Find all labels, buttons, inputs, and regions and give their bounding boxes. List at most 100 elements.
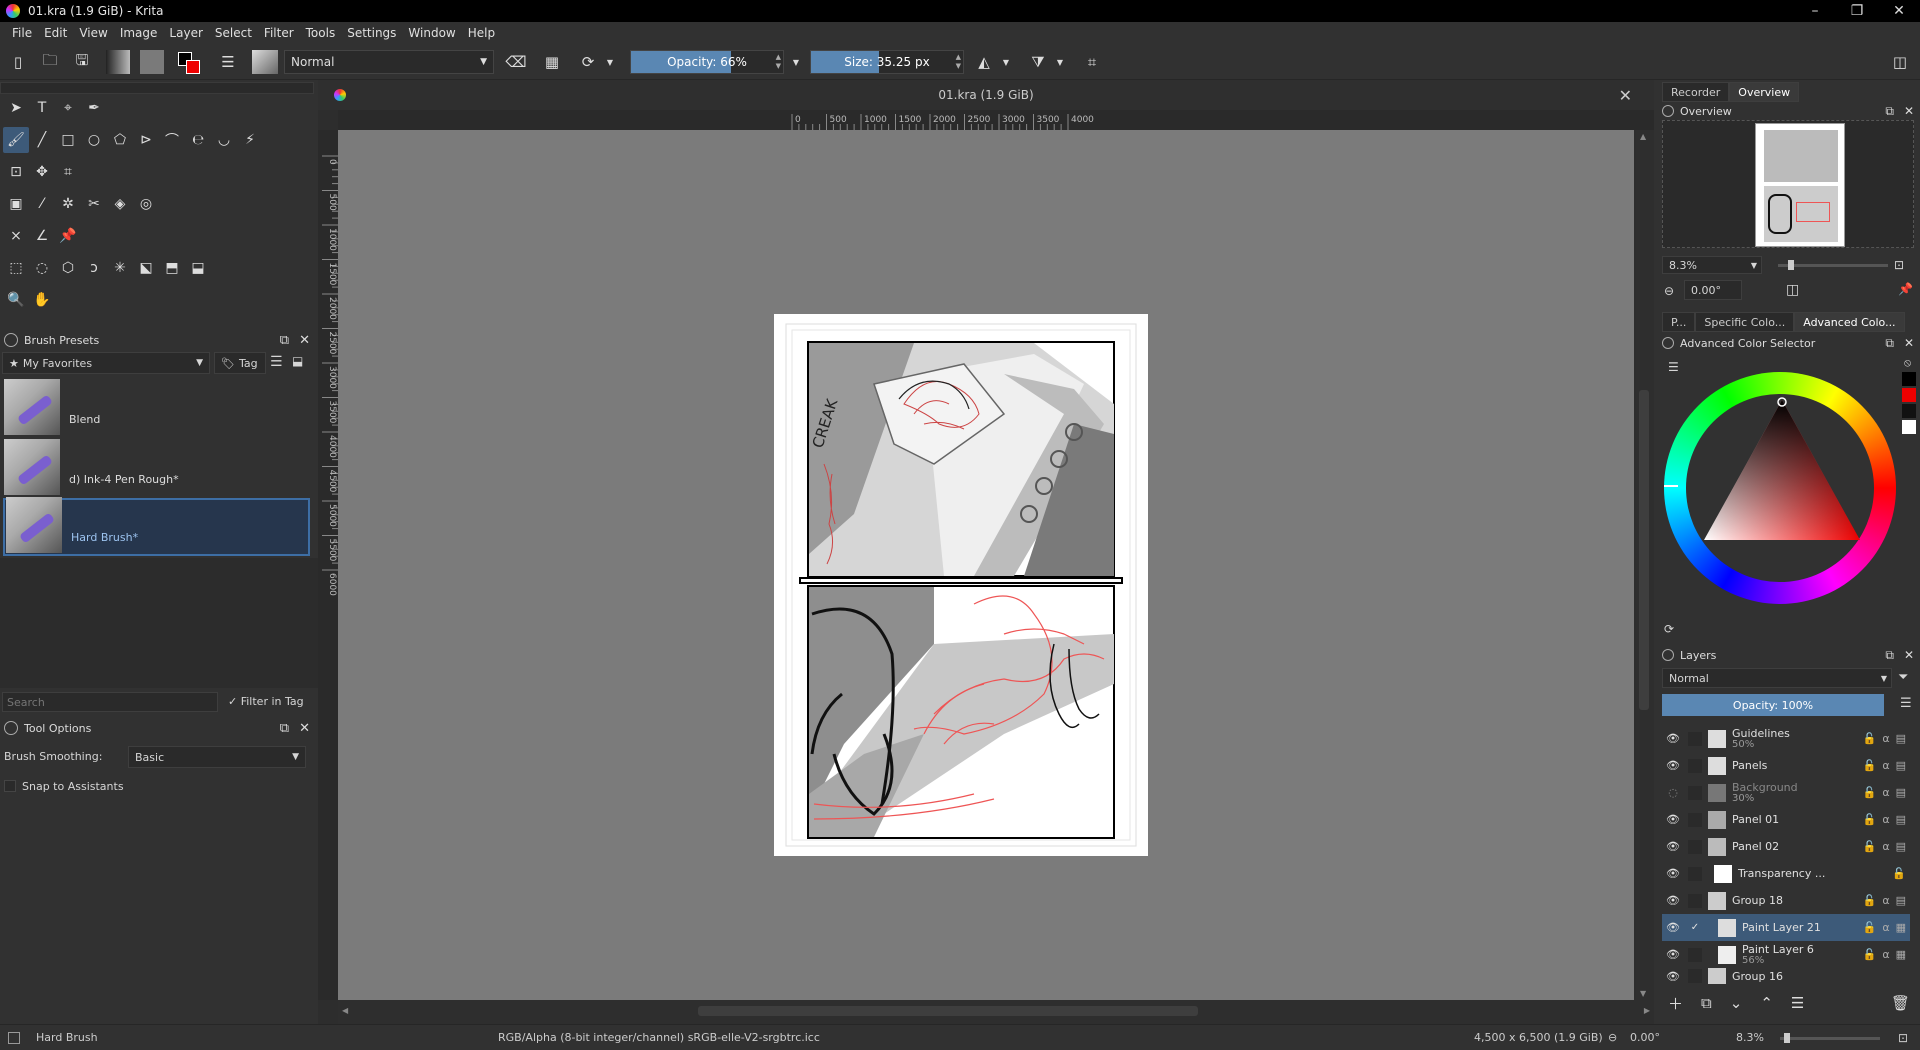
workspace-chooser-icon[interactable]: ◫ (1888, 50, 1912, 74)
visibility-eye-icon[interactable]: 👁 (1662, 970, 1684, 983)
freehand-select-icon[interactable]: ↄ (81, 255, 107, 281)
menu-settings[interactable]: Settings (341, 26, 402, 40)
delete-layer-icon[interactable]: 🗑 (1891, 994, 1920, 1012)
refresh-color-icon[interactable]: ⟳ (1664, 622, 1674, 636)
wrap-around-icon[interactable]: ⌗ (1080, 50, 1104, 74)
vertical-scroll-thumb[interactable] (1639, 390, 1649, 710)
lock-icon[interactable]: 🔓 (1863, 840, 1877, 853)
brush-settings-icon[interactable]: ☰ (216, 50, 240, 74)
preset-search-input[interactable] (2, 692, 218, 712)
close-window-button[interactable]: ✕ (1878, 3, 1920, 19)
layer-checkbox[interactable] (1688, 866, 1702, 881)
opacity-slider[interactable]: Opacity: 66% ▲ ▼ (630, 50, 784, 74)
layer-checkbox[interactable] (1688, 947, 1702, 962)
lock-icon[interactable]: 🔓 (1863, 786, 1877, 799)
menu-select[interactable]: Select (209, 26, 258, 40)
lock-icon[interactable]: 🔓 (1863, 921, 1877, 934)
inherit-alpha-icon[interactable]: ▤ (1896, 840, 1906, 853)
inherit-alpha-icon[interactable]: ▦ (1896, 921, 1906, 934)
preset-item-ink-pen[interactable]: d) Ink-4 Pen Rough* (3, 438, 310, 496)
menu-image[interactable]: Image (114, 26, 164, 40)
colorize-mask-icon[interactable]: ✲ (55, 191, 81, 217)
line-tool-icon[interactable]: ╱ (29, 127, 55, 153)
gradient-swatch[interactable] (106, 50, 130, 74)
measure-tool-icon[interactable]: ∠ (29, 223, 55, 249)
layer-checkbox[interactable] (1688, 731, 1702, 746)
ellipse-select-icon[interactable]: ◌ (29, 255, 55, 281)
multibrush-icon[interactable]: ⚡ (237, 127, 263, 153)
float-docker-icon[interactable]: ⧉ (280, 721, 289, 736)
canvas-horizontal-scrollbar[interactable]: ◀ ▶ (338, 1000, 1654, 1024)
overview-zoom-select[interactable]: 8.3% ▼ (1662, 256, 1762, 274)
visibility-eye-icon[interactable]: 👁 (1662, 759, 1684, 772)
eraser-icon[interactable]: ⌫ (504, 50, 528, 74)
visibility-eye-icon[interactable]: 👁 (1662, 948, 1684, 961)
docker-lock-icon[interactable] (1662, 649, 1674, 661)
gradient-tool-icon[interactable]: ▣ (3, 191, 29, 217)
color-history-swatch[interactable] (1902, 420, 1916, 434)
layer-checkbox[interactable] (1688, 812, 1702, 827)
layer-row[interactable]: 👁 Panel 01 🔓 α ▤ (1662, 806, 1910, 833)
menu-tools[interactable]: Tools (300, 26, 342, 40)
tab-overview[interactable]: Overview (1729, 82, 1800, 102)
layer-row-selected[interactable]: 👁 ✓ Paint Layer 21 🔓 α ▦ (1662, 914, 1910, 941)
inherit-alpha-icon[interactable]: ▤ (1896, 813, 1906, 826)
inherit-alpha-icon[interactable]: ▤ (1896, 759, 1906, 772)
preset-item-hard-brush[interactable]: Hard Brush* (3, 497, 310, 556)
edit-shapes-icon[interactable]: ⌖ (55, 95, 81, 121)
color-history-swatch[interactable] (1902, 404, 1916, 418)
fg-bg-color-swatch[interactable] (176, 50, 202, 74)
zoom-tool-icon[interactable]: 🔍 (3, 287, 29, 313)
reload-preset-icon[interactable]: ⟳ (576, 50, 600, 74)
layer-checkbox[interactable]: ✓ (1688, 921, 1702, 935)
filter-in-tag-checkbox[interactable]: ✓ Filter in Tag (228, 695, 304, 708)
tag-button[interactable]: 🏷 Tag (214, 352, 266, 374)
assistant-tool-icon[interactable]: ⨯ (3, 223, 29, 249)
color-triangle[interactable] (1664, 372, 1896, 604)
alpha-icon[interactable]: α (1882, 732, 1889, 745)
contiguous-select-icon[interactable]: ✳ (107, 255, 133, 281)
text-tool-icon[interactable]: T (29, 95, 55, 121)
enclose-fill-icon[interactable]: ◎ (133, 191, 159, 217)
layer-row[interactable]: 👁 Guidelines 50% 🔓 α ▤ (1662, 725, 1910, 752)
color-sampler-icon[interactable]: ⁄ (29, 191, 55, 217)
polygon-tool-icon[interactable]: ⬠ (107, 127, 133, 153)
docker-lock-icon[interactable] (4, 333, 18, 347)
menu-help[interactable]: Help (462, 26, 501, 40)
float-docker-icon[interactable]: ⧉ (1885, 648, 1894, 663)
save-document-icon[interactable]: 🖫 (70, 50, 94, 74)
maximize-button[interactable]: ❐ (1836, 3, 1878, 19)
tab-recorder[interactable]: Recorder (1662, 82, 1730, 102)
polyline-tool-icon[interactable]: ⊳ (133, 127, 159, 153)
layer-checkbox[interactable] (1688, 785, 1702, 800)
horizontal-scroll-thumb[interactable] (698, 1006, 1198, 1016)
visibility-eye-icon[interactable]: 👁 (1662, 732, 1684, 745)
overview-rotation-input[interactable]: 0.00° (1684, 280, 1742, 300)
color-hue-ring[interactable] (1664, 372, 1896, 604)
rectangle-tool-icon[interactable]: □ (55, 127, 81, 153)
lock-icon[interactable]: 🔓 (1863, 813, 1877, 826)
reference-images-icon[interactable]: 📌 (55, 223, 81, 249)
lock-icon[interactable]: 🔓 (1892, 867, 1906, 880)
visibility-eye-icon[interactable]: 👁 (1662, 867, 1684, 880)
visibility-eye-icon[interactable]: 👁 (1662, 813, 1684, 826)
layer-row[interactable]: 👁 Group 18 🔓 α ▤ (1662, 887, 1910, 914)
freehand-brush-icon[interactable]: 🖌 (3, 127, 29, 153)
layer-checkbox[interactable] (1688, 893, 1702, 908)
tab-specific-color[interactable]: Specific Colo... (1695, 312, 1795, 332)
move-tool-icon[interactable]: ✥ (29, 159, 55, 185)
bezier-tool-icon[interactable]: ⌒ (159, 127, 185, 153)
lock-icon[interactable]: 🔓 (1863, 948, 1877, 961)
bezier-select-icon[interactable]: ⬒ (159, 255, 185, 281)
close-docker-icon[interactable]: ✕ (1904, 648, 1914, 663)
visibility-eye-icon[interactable]: 👁 (1662, 921, 1684, 934)
brush-preset-thumbnail[interactable] (252, 50, 278, 74)
select-shapes-icon[interactable]: ➤ (3, 95, 29, 121)
visibility-eye-icon[interactable]: 👁 (1662, 894, 1684, 907)
layer-blend-mode-select[interactable]: Normal ▼ (1662, 668, 1892, 688)
layer-row[interactable]: 👁 Paint Layer 6 56% 🔓 α ▦ (1662, 941, 1910, 968)
tab-advanced-color[interactable]: Advanced Colo... (1794, 312, 1905, 332)
status-zoom-slider[interactable] (1780, 1033, 1880, 1043)
float-docker-icon[interactable]: ⧉ (1885, 336, 1894, 351)
alpha-icon[interactable]: α (1882, 813, 1889, 826)
